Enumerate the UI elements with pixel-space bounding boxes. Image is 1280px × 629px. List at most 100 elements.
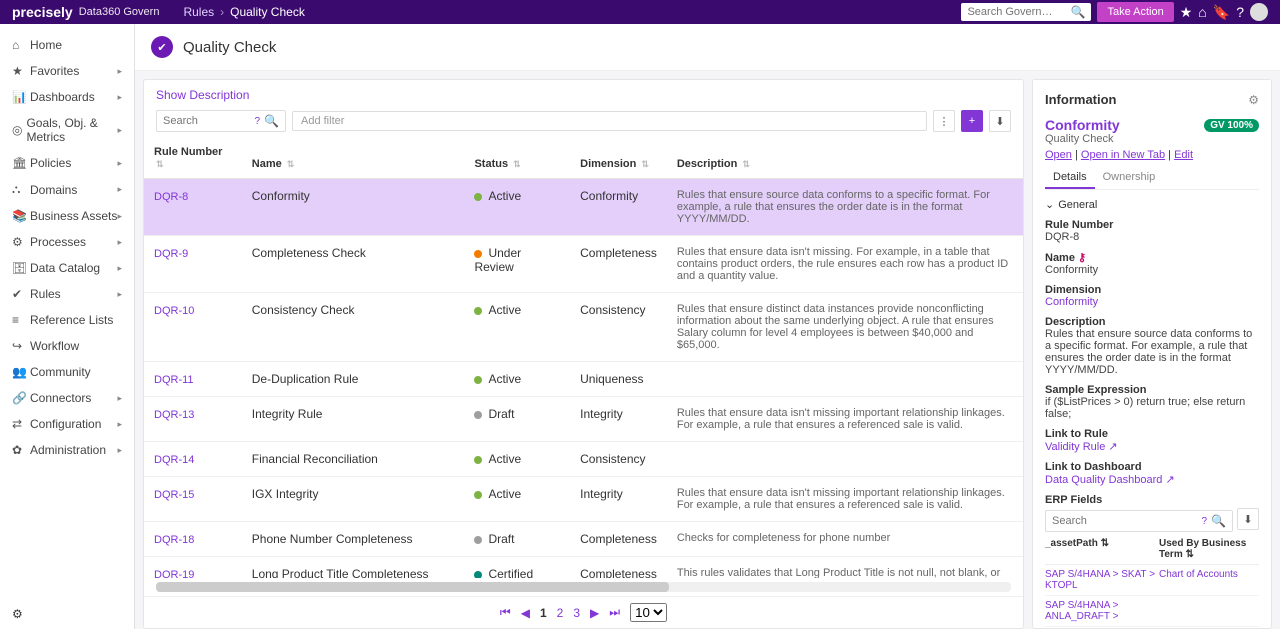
- pager-next[interactable]: ▶: [590, 606, 599, 620]
- column-header[interactable]: Name ⇅: [242, 138, 465, 179]
- show-description-link[interactable]: Show Description: [144, 80, 1023, 110]
- tab-ownership[interactable]: Ownership: [1095, 167, 1164, 189]
- sidebar-item-processes[interactable]: ⚙Processes▸: [0, 229, 134, 255]
- table-row[interactable]: DQR-19Long Product Title Completeness Ch…: [144, 557, 1023, 579]
- search-icon[interactable]: 🔍: [1211, 514, 1226, 528]
- erp-row[interactable]: SAP S/4HANA > ANLA_DRAFT >: [1045, 596, 1259, 627]
- gear-icon[interactable]: ⚙: [1248, 93, 1259, 107]
- table-row[interactable]: DQR-10Consistency CheckActiveConsistency…: [144, 293, 1023, 362]
- sidebar-icon: ⇄: [12, 417, 30, 431]
- column-header[interactable]: Status ⇅: [464, 138, 570, 179]
- add-button[interactable]: +: [961, 110, 983, 132]
- sample-label: Sample Expression: [1045, 384, 1259, 396]
- rule-link[interactable]: DQR-14: [154, 454, 194, 466]
- sidebar-item-configuration[interactable]: ⇄Configuration▸: [0, 411, 134, 437]
- bookmark-icon[interactable]: 🔖: [1213, 4, 1230, 21]
- rule-link[interactable]: DQR-11: [154, 374, 194, 386]
- table-row[interactable]: DQR-14Financial ReconciliationActiveCons…: [144, 442, 1023, 477]
- pager-size[interactable]: 10: [630, 603, 667, 622]
- section-general[interactable]: ⌄General: [1045, 198, 1259, 211]
- pager-first[interactable]: ⏮: [500, 605, 511, 620]
- breadcrumb-current[interactable]: Quality Check: [230, 5, 305, 19]
- sidebar-item-domains[interactable]: ⛬Domains▸: [0, 176, 134, 203]
- rule-description: [667, 362, 1023, 397]
- sidebar-item-administration[interactable]: ✿Administration▸: [0, 437, 134, 463]
- table-row[interactable]: DQR-13Integrity RuleDraftIntegrityRules …: [144, 397, 1023, 442]
- avatar[interactable]: [1250, 3, 1268, 21]
- sidebar-item-goals-obj-metrics[interactable]: ◎Goals, Obj. & Metrics▸: [0, 110, 134, 150]
- star-icon[interactable]: ★: [1180, 4, 1193, 21]
- rule-number-value: DQR-8: [1045, 231, 1259, 243]
- breadcrumb-rules[interactable]: Rules: [183, 5, 214, 19]
- table-search-input[interactable]: [163, 115, 254, 127]
- sidebar-item-policies[interactable]: 🏛Policies▸: [0, 150, 134, 176]
- edit-link[interactable]: Edit: [1174, 149, 1193, 161]
- help-icon[interactable]: ?: [1236, 4, 1244, 20]
- pager-page[interactable]: 2: [557, 606, 564, 620]
- info-title[interactable]: Conformity: [1045, 117, 1120, 133]
- search-icon[interactable]: 🔍: [264, 114, 279, 128]
- table-row[interactable]: DQR-15IGX IntegrityActiveIntegrityRules …: [144, 477, 1023, 522]
- rule-link[interactable]: DQR-9: [154, 248, 188, 260]
- link-rule-value[interactable]: Validity Rule ↗: [1045, 440, 1259, 453]
- take-action-button[interactable]: Take Action: [1097, 2, 1173, 22]
- rule-link[interactable]: DQR-10: [154, 305, 194, 317]
- home-icon[interactable]: ⌂: [1198, 4, 1206, 20]
- erp-download-button[interactable]: ⬇: [1237, 508, 1259, 530]
- sidebar-item-data-catalog[interactable]: 🗄Data Catalog▸: [0, 255, 134, 281]
- erp-path[interactable]: SAP S/4HANA > SKAT > KTOPL: [1045, 569, 1159, 591]
- table-row[interactable]: DQR-8ConformityActiveConformityRules tha…: [144, 179, 1023, 236]
- tab-details[interactable]: Details: [1045, 167, 1095, 189]
- help-icon[interactable]: ?: [254, 116, 260, 127]
- column-header[interactable]: Dimension ⇅: [570, 138, 667, 179]
- sidebar-item-workflow[interactable]: ↪Workflow: [0, 333, 134, 359]
- erp-col-path[interactable]: _assetPath ⇅: [1045, 538, 1159, 560]
- table-row[interactable]: DQR-11De-Duplication RuleActiveUniquenes…: [144, 362, 1023, 397]
- dimension-label: Dimension: [1045, 284, 1259, 296]
- rule-status: Under Review: [464, 236, 570, 293]
- sidebar-item-community[interactable]: 👥Community: [0, 359, 134, 385]
- global-search[interactable]: 🔍: [961, 3, 1091, 21]
- rule-link[interactable]: DQR-15: [154, 489, 194, 501]
- table-row[interactable]: DQR-18Phone Number CompletenessDraftComp…: [144, 522, 1023, 557]
- open-link[interactable]: Open: [1045, 149, 1072, 161]
- erp-used[interactable]: Chart of Accounts: [1159, 569, 1259, 591]
- chevron-right-icon: ▸: [117, 158, 122, 169]
- rule-link[interactable]: DQR-13: [154, 409, 194, 421]
- dimension-value[interactable]: Conformity: [1045, 296, 1259, 308]
- erp-row[interactable]: SAP S/4HANA > SKAT > KTOPLChart of Accou…: [1045, 565, 1259, 596]
- sidebar-item-home[interactable]: ⌂Home: [0, 32, 134, 58]
- erp-used[interactable]: [1159, 600, 1259, 622]
- column-header[interactable]: Rule Number ⇅: [144, 138, 242, 179]
- help-icon[interactable]: ?: [1201, 516, 1207, 527]
- sidebar-item-rules[interactable]: ✔Rules▸: [0, 281, 134, 307]
- global-search-input[interactable]: [967, 6, 1070, 18]
- download-button[interactable]: ⬇: [989, 110, 1011, 132]
- pager-last[interactable]: ⏭: [609, 605, 620, 620]
- table-search[interactable]: ? 🔍: [156, 110, 286, 132]
- sidebar-item-business-assets[interactable]: 📚Business Assets▸: [0, 203, 134, 229]
- erp-search[interactable]: ? 🔍: [1045, 510, 1233, 532]
- sidebar-item-favorites[interactable]: ★Favorites▸: [0, 58, 134, 84]
- erp-col-used[interactable]: Used By Business Term ⇅: [1159, 538, 1259, 560]
- collapse-icon[interactable]: ⚙: [12, 607, 23, 621]
- key-icon: ⚷: [1078, 252, 1086, 264]
- erp-path[interactable]: SAP S/4HANA > ANLA_DRAFT >: [1045, 600, 1159, 622]
- open-newtab-link[interactable]: Open in New Tab: [1081, 149, 1165, 161]
- rule-link[interactable]: DQR-8: [154, 191, 188, 203]
- more-menu-button[interactable]: ⋮: [933, 110, 955, 132]
- link-dash-value[interactable]: Data Quality Dashboard ↗: [1045, 473, 1259, 486]
- rule-link[interactable]: DQR-19: [154, 569, 194, 578]
- column-header[interactable]: Description ⇅: [667, 138, 1023, 179]
- pager-prev[interactable]: ◀: [521, 606, 530, 620]
- horizontal-scrollbar[interactable]: [156, 582, 1011, 592]
- sidebar-item-reference-lists[interactable]: ≡Reference Lists: [0, 307, 134, 333]
- erp-search-input[interactable]: [1052, 515, 1197, 527]
- sidebar-item-dashboards[interactable]: 📊Dashboards▸: [0, 84, 134, 110]
- table-row[interactable]: DQR-9Completeness CheckUnder ReviewCompl…: [144, 236, 1023, 293]
- pager-page[interactable]: 3: [573, 606, 580, 620]
- pager-page[interactable]: 1: [540, 606, 547, 620]
- rule-link[interactable]: DQR-18: [154, 534, 194, 546]
- sidebar-item-connectors[interactable]: 🔗Connectors▸: [0, 385, 134, 411]
- filter-input[interactable]: Add filter: [292, 111, 927, 131]
